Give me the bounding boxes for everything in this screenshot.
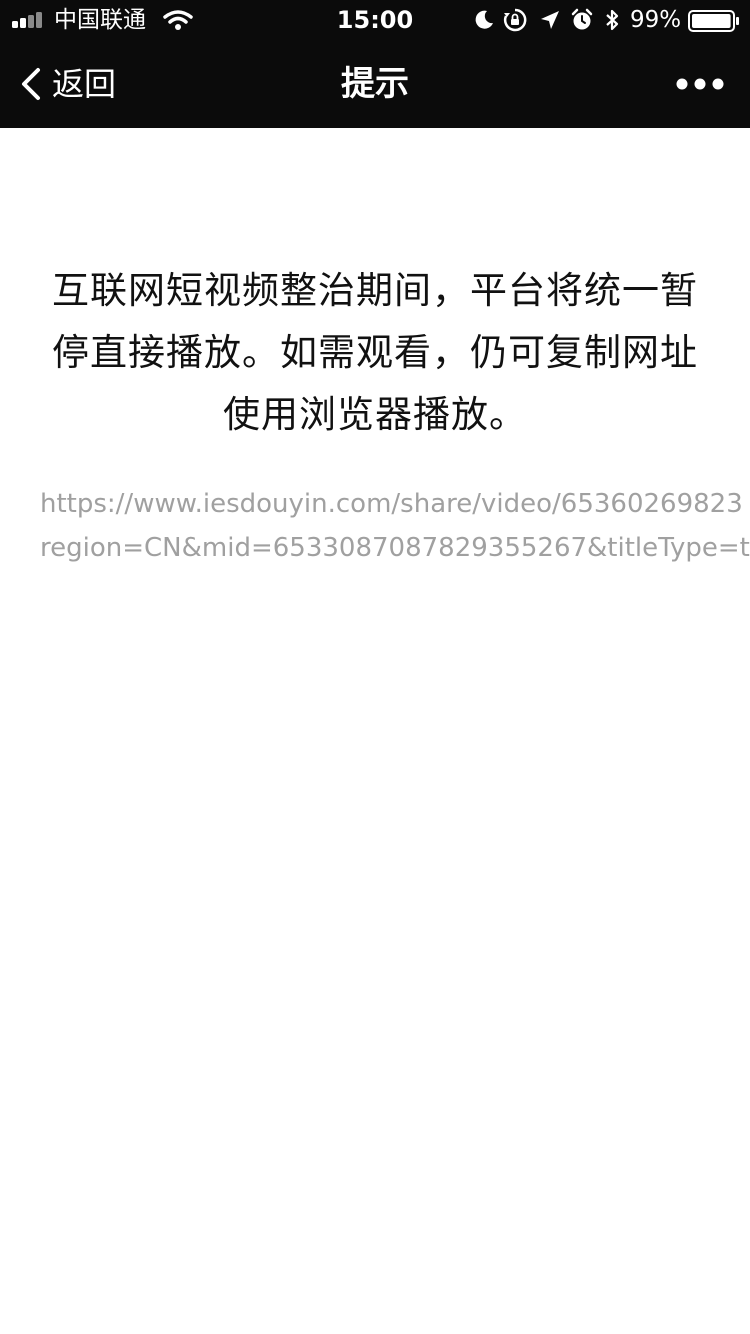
content-area: 互联网短视频整治期间，平台将统一暂停直接播放。如需观看，仍可复制网址使用浏览器播… [0, 128, 750, 1334]
back-button[interactable]: 返回 [18, 62, 128, 106]
navigation-bar: 返回 提示 [0, 40, 750, 128]
alarm-icon [571, 8, 593, 30]
video-url-line-2: region=CN&mid=6533087087829355267&titleT… [40, 533, 750, 563]
rotation-lock-icon [503, 8, 527, 32]
status-bar: 中国联通 15:00 99% [0, 0, 750, 40]
location-arrow-icon [541, 11, 559, 29]
battery-percentage: 99% [630, 7, 682, 33]
battery-icon [688, 10, 739, 32]
notice-message: 互联网短视频整治期间，平台将统一暂停直接播放。如需观看，仍可复制网址使用浏览器播… [52, 269, 698, 436]
more-dots-icon[interactable] [672, 68, 728, 100]
bluetooth-icon [606, 9, 619, 31]
video-url[interactable]: https://www.iesdouyin.com/share/video/65… [40, 482, 750, 570]
video-url-line-1: https://www.iesdouyin.com/share/video/65… [40, 489, 743, 519]
back-label: 返回 [52, 65, 117, 103]
moon-icon [475, 10, 493, 29]
chevron-left-icon [22, 68, 40, 100]
